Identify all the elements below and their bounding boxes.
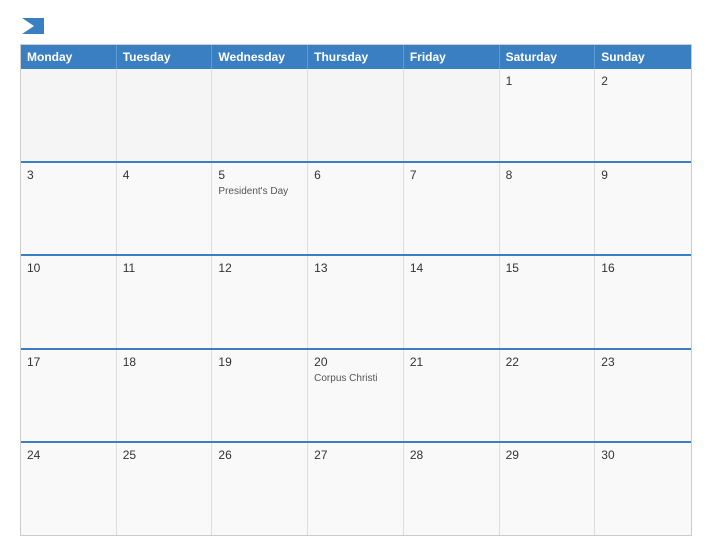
calendar-cell: 4: [117, 163, 213, 255]
calendar-cell: 24: [21, 443, 117, 535]
day-number: 4: [123, 168, 206, 182]
day-number: 11: [123, 261, 206, 275]
event-label: President's Day: [218, 186, 301, 197]
day-number: 10: [27, 261, 110, 275]
day-number: 13: [314, 261, 397, 275]
day-number: 27: [314, 448, 397, 462]
calendar-cell: [117, 69, 213, 161]
calendar-cell: [21, 69, 117, 161]
calendar-page: MondayTuesdayWednesdayThursdayFridaySatu…: [0, 0, 712, 550]
calendar-week: 17 18 19 20 Corpus Christi 21 22 23: [21, 348, 691, 442]
calendar-cell: 10: [21, 256, 117, 348]
calendar-cell: 11: [117, 256, 213, 348]
calendar-cell: 8: [500, 163, 596, 255]
calendar-cell: 14: [404, 256, 500, 348]
day-number: 24: [27, 448, 110, 462]
calendar-cell: 27: [308, 443, 404, 535]
calendar-header-cell: Sunday: [595, 45, 691, 69]
calendar-header: MondayTuesdayWednesdayThursdayFridaySatu…: [21, 45, 691, 69]
calendar-cell: 23: [595, 350, 691, 442]
calendar-week: 12: [21, 69, 691, 161]
calendar-cell: 3: [21, 163, 117, 255]
day-number: 14: [410, 261, 493, 275]
calendar-body: 12345President's Day67891011121314151617…: [21, 69, 691, 535]
calendar-cell: 12: [212, 256, 308, 348]
calendar-cell: 22: [500, 350, 596, 442]
calendar-cell: 1: [500, 69, 596, 161]
day-number: 25: [123, 448, 206, 462]
day-number: 6: [314, 168, 397, 182]
calendar-cell: 25: [117, 443, 213, 535]
calendar-cell: 29: [500, 443, 596, 535]
day-number: 19: [218, 355, 301, 369]
day-number: 29: [506, 448, 589, 462]
calendar-cell: 16: [595, 256, 691, 348]
day-number: 22: [506, 355, 589, 369]
calendar-week: 24 25 26 27 28 29 30: [21, 441, 691, 535]
day-number: 3: [27, 168, 110, 182]
day-number: 17: [27, 355, 110, 369]
calendar-header-cell: Thursday: [308, 45, 404, 69]
calendar-cell: 7: [404, 163, 500, 255]
calendar-header-cell: Friday: [404, 45, 500, 69]
day-number: 23: [601, 355, 685, 369]
calendar-cell: [404, 69, 500, 161]
calendar-cell: [308, 69, 404, 161]
logo-flag-icon: [22, 18, 44, 34]
calendar-cell: 2: [595, 69, 691, 161]
day-number: 7: [410, 168, 493, 182]
event-label: Corpus Christi: [314, 373, 397, 384]
calendar-cell: 20 Corpus Christi: [308, 350, 404, 442]
calendar-cell: 17: [21, 350, 117, 442]
logo: [20, 18, 44, 34]
calendar-grid: MondayTuesdayWednesdayThursdayFridaySatu…: [20, 44, 692, 536]
day-number: 9: [601, 168, 685, 182]
day-number: 12: [218, 261, 301, 275]
calendar-cell: 19: [212, 350, 308, 442]
day-number: 5: [218, 168, 301, 182]
calendar-week: 345 President's Day 6789: [21, 161, 691, 255]
day-number: 26: [218, 448, 301, 462]
calendar-cell: 9: [595, 163, 691, 255]
calendar-cell: 5 President's Day: [212, 163, 308, 255]
page-header: [20, 18, 692, 34]
day-number: 20: [314, 355, 397, 369]
day-number: 30: [601, 448, 685, 462]
calendar-header-cell: Tuesday: [117, 45, 213, 69]
day-number: 16: [601, 261, 685, 275]
calendar-cell: 15: [500, 256, 596, 348]
day-number: 21: [410, 355, 493, 369]
calendar-cell: 21: [404, 350, 500, 442]
calendar-cell: 26: [212, 443, 308, 535]
calendar-cell: 13: [308, 256, 404, 348]
calendar-cell: [212, 69, 308, 161]
day-number: 18: [123, 355, 206, 369]
calendar-cell: 18: [117, 350, 213, 442]
day-number: 28: [410, 448, 493, 462]
calendar-header-cell: Monday: [21, 45, 117, 69]
calendar-week: 10 11 12 13 14 15 16: [21, 254, 691, 348]
day-number: 8: [506, 168, 589, 182]
calendar-cell: 30: [595, 443, 691, 535]
calendar-header-cell: Wednesday: [212, 45, 308, 69]
day-number: 2: [601, 74, 685, 88]
calendar-cell: 28: [404, 443, 500, 535]
calendar-cell: 6: [308, 163, 404, 255]
calendar-header-cell: Saturday: [500, 45, 596, 69]
day-number: 1: [506, 74, 589, 88]
day-number: 15: [506, 261, 589, 275]
